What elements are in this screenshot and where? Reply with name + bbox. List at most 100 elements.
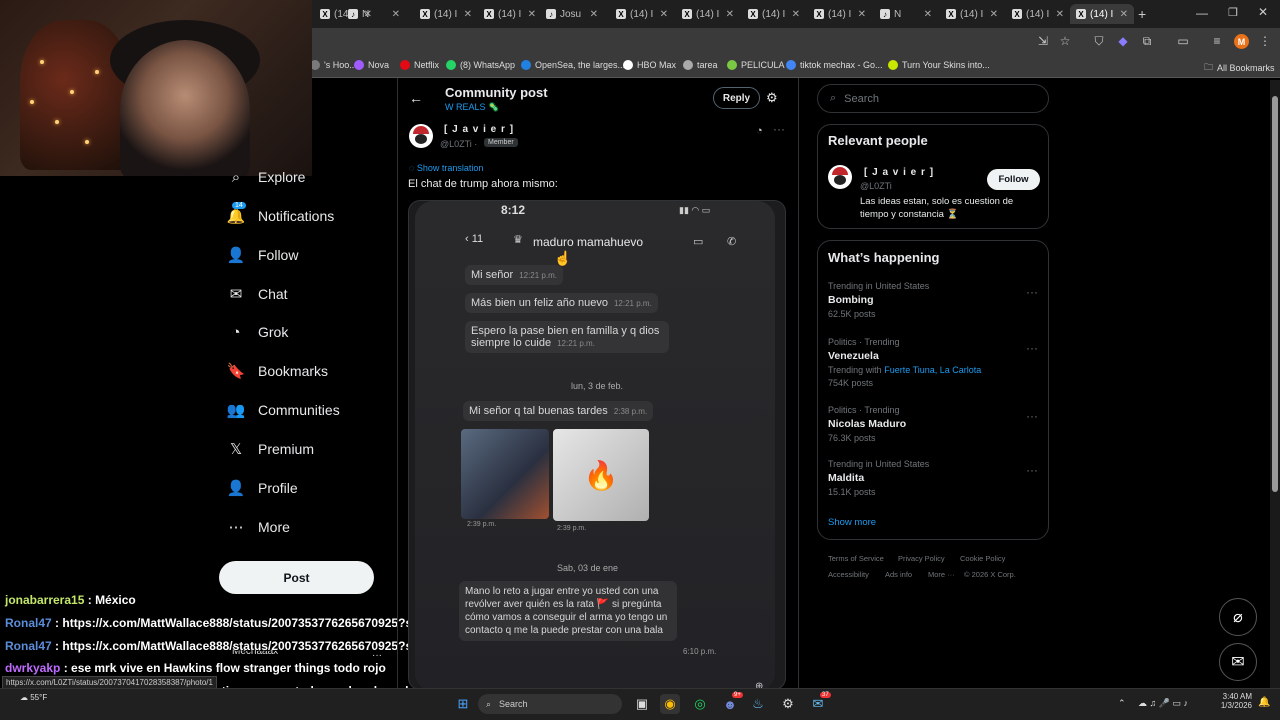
author-avatar[interactable]	[409, 124, 433, 148]
profile-avatar[interactable]: M	[1234, 34, 1249, 49]
tab-close-icon[interactable]: ✕	[1120, 9, 1128, 20]
bookmark-item[interactable]: tiktok mechax - Go...	[786, 60, 883, 70]
search-input[interactable]: ⌕ Search	[817, 84, 1049, 113]
footer-link[interactable]: Accessibility	[828, 570, 869, 579]
bookmark-item[interactable]: Netflix	[400, 60, 439, 70]
tab-close-icon[interactable]: ✕	[590, 9, 598, 20]
kebab-menu-icon[interactable]: ⋮	[1258, 34, 1272, 48]
nav-item-communities[interactable]: 👥 Communities	[227, 402, 340, 419]
nav-item-bookmarks[interactable]: 🔖 Bookmarks	[227, 363, 328, 380]
trend-item[interactable]: Politics · Trending Nicolas Maduro 76.3K p…	[828, 405, 906, 443]
puzzle-icon[interactable]: ⧉	[1140, 34, 1154, 48]
browser-tab[interactable]: X (14) I ✕	[742, 4, 806, 24]
clock[interactable]: 3:40 AM 1/3/2026	[1218, 692, 1252, 710]
author-display-name[interactable]: [ J a v i e r ]	[444, 124, 514, 135]
trend-item[interactable]: Politics · Trending Venezuela Trending wit…	[828, 337, 981, 388]
tray-chevron-icon[interactable]: ⌃	[1118, 698, 1126, 709]
messages-fab-icon[interactable]: ✉	[1219, 643, 1257, 681]
steam-icon[interactable]: ♨	[748, 694, 768, 714]
post-media-image[interactable]: 8:12 ▮▮ ◠ ▭ ‹ 11 ♛ maduro mamahuevo ▭ ✆ …	[408, 200, 786, 690]
grok-post-icon[interactable]: ◔	[756, 125, 763, 137]
trend-more-icon[interactable]: ···	[1026, 463, 1038, 477]
browser-tab[interactable]: X (14) I ✕	[1070, 4, 1134, 24]
nav-item-grok[interactable]: ◔ Grok	[228, 324, 288, 341]
task-view-icon[interactable]: ▣	[632, 694, 652, 714]
show-more-link[interactable]: Show more	[828, 517, 876, 528]
tab-close-icon[interactable]: ✕	[464, 9, 472, 20]
grok-fab-icon[interactable]: ⌀	[1219, 598, 1257, 636]
footer-link[interactable]: More ···	[928, 570, 955, 579]
trend-item[interactable]: Trending in United States Bombing 62.5K po…	[828, 281, 929, 319]
app-icon[interactable]: ⚙	[778, 694, 798, 714]
tab-close-icon[interactable]: ✕	[660, 9, 668, 20]
browser-tab[interactable]: ♪ Josu ✕	[540, 4, 604, 24]
tab-close-icon[interactable]: ✕	[392, 9, 400, 20]
tab-close-icon[interactable]: ✕	[990, 9, 998, 20]
footer-link[interactable]: Cookie Policy	[960, 554, 1005, 563]
media-controls-icon[interactable]: ≡	[1210, 34, 1224, 48]
bookmark-item[interactable]: Nova	[354, 60, 389, 70]
taskbar-search[interactable]: ⌕ Search	[478, 694, 622, 714]
bookmark-item[interactable]: HBO Max	[623, 60, 676, 70]
footer-link[interactable]: Terms of Service	[828, 554, 884, 563]
community-link[interactable]: W REALS 🦠	[445, 102, 499, 113]
tab-close-icon[interactable]: ✕	[726, 9, 734, 20]
trend-more-icon[interactable]: ···	[1026, 285, 1038, 299]
trend-more-icon[interactable]: ···	[1026, 341, 1038, 355]
post-button[interactable]: Post	[219, 561, 374, 594]
tab-close-icon[interactable]: ✕	[528, 9, 536, 20]
browser-tab[interactable]: X (14) I ✕	[676, 4, 740, 24]
extension-icon[interactable]: ◆	[1116, 34, 1130, 48]
tab-close-icon[interactable]: ✕	[792, 9, 800, 20]
bookmark-item[interactable]: tarea	[683, 60, 718, 70]
start-icon[interactable]: ⊞	[453, 694, 473, 714]
trend-more-icon[interactable]: ···	[1026, 409, 1038, 423]
sidepanel-icon[interactable]: ▭	[1176, 34, 1190, 48]
reply-button[interactable]: Reply	[713, 87, 760, 109]
bookmark-item[interactable]: OpenSea, the larges...	[521, 60, 625, 70]
person-name[interactable]: [ J a v i e r ]	[864, 167, 934, 178]
chrome-icon[interactable]: ◉	[660, 694, 680, 714]
scrollbar-thumb[interactable]	[1272, 96, 1278, 492]
footer-link[interactable]: © 2026 X Corp.	[964, 570, 1016, 579]
show-translation-link[interactable]: ◌ Show translation	[409, 163, 483, 173]
install-app-icon[interactable]: ⇲	[1036, 34, 1050, 48]
bookmark-item[interactable]: Turn Your Skins into...	[888, 60, 990, 70]
browser-tab[interactable]: X (14) I ✕	[610, 4, 674, 24]
browser-tab[interactable]: X (14) I ✕	[940, 4, 1004, 24]
settings-sliders-icon[interactable]: ⚙	[766, 90, 778, 106]
nav-item-notifications[interactable]: 🔔 14 Notifications	[227, 202, 334, 225]
back-arrow-icon[interactable]: ←	[409, 90, 423, 106]
browser-tab[interactable]: X (14) I ✕	[478, 4, 542, 24]
trend-item[interactable]: Trending in United States Maldita 15.1K po…	[828, 459, 929, 497]
tab-close-icon[interactable]: ✕	[924, 9, 932, 20]
window-close-icon[interactable]: ✕	[1258, 5, 1268, 19]
follow-button[interactable]: Follow	[987, 169, 1040, 190]
footer-link[interactable]: Ads info	[885, 570, 912, 579]
browser-tab[interactable]: X (14) I ✕	[1006, 4, 1070, 24]
notifications-tray-icon[interactable]: 🔔	[1258, 697, 1270, 708]
nav-item-chat[interactable]: ✉ Chat	[228, 286, 288, 303]
restore-icon[interactable]: ❐	[1228, 6, 1238, 19]
nav-item-follow[interactable]: 👤 Follow	[227, 247, 299, 264]
spotify-icon[interactable]: ◎	[690, 694, 710, 714]
new-tab-button[interactable]: +	[1138, 6, 1146, 22]
tray-icons[interactable]: ☁ ♫ 🎤 ▭ ♪	[1138, 698, 1188, 709]
bookmark-item[interactable]: PELICULA	[727, 60, 785, 70]
weather-widget[interactable]: ☁ 55°F	[20, 693, 47, 702]
star-icon[interactable]: ☆	[1058, 34, 1072, 48]
all-bookmarks[interactable]: 🗀 All Bookmarks	[1204, 60, 1275, 76]
person-handle[interactable]: @L0ZTi	[860, 181, 892, 191]
bookmark-item[interactable]: 's Hoo...	[310, 60, 357, 70]
bookmark-item[interactable]: (8) WhatsApp	[446, 60, 515, 70]
browser-tab[interactable]: ♪ N ✕	[874, 4, 938, 24]
browser-tab[interactable]: X (14) I ✕	[808, 4, 872, 24]
nav-item-more[interactable]: ⋯ More	[228, 519, 290, 536]
shield-extension-icon[interactable]: ⛉	[1092, 34, 1106, 48]
tab-close-icon[interactable]: ✕	[1056, 9, 1064, 20]
nav-item-premium[interactable]: 𝕏 Premium	[228, 441, 314, 458]
footer-link[interactable]: Privacy Policy	[898, 554, 945, 563]
minimize-icon[interactable]: —	[1196, 6, 1208, 20]
browser-tab[interactable]: ♪ N ✕	[342, 4, 406, 24]
person-avatar[interactable]	[828, 165, 852, 189]
